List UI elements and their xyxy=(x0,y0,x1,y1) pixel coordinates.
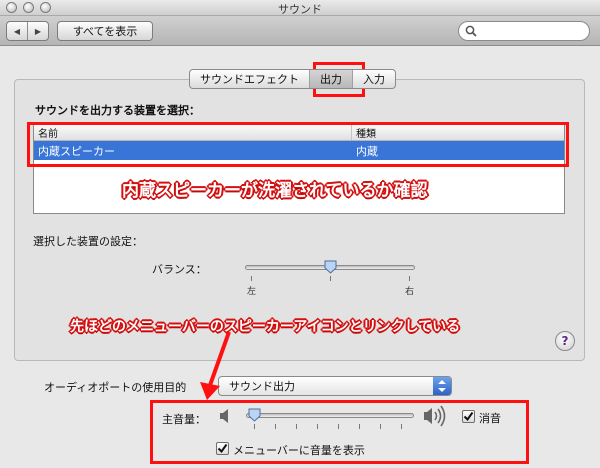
balance-label: バランス： xyxy=(152,263,207,276)
audio-port-popup[interactable]: サウンド出力 xyxy=(218,376,452,396)
window-title: サウンド xyxy=(278,3,322,16)
toolbar: ◀ ▶ すべてを表示 xyxy=(0,16,600,46)
tab-sound-effects[interactable]: サウンドエフェクト xyxy=(190,70,309,88)
annotation-menubar-note: 先ほどのメニューバーのスピーカーアイコンとリンクしている xyxy=(70,319,461,335)
tab-output[interactable]: 出力 xyxy=(309,70,352,88)
popup-arrows-icon xyxy=(433,377,451,395)
back-forward-control: ◀ ▶ xyxy=(6,21,49,41)
up-down-arrows-icon xyxy=(438,380,446,392)
balance-right-label: 右 xyxy=(405,287,415,297)
output-section-title: サウンドを出力する装置を選択： xyxy=(35,104,200,117)
annotation-table-note: 内蔵スピーカーが洗濯されているか確認 xyxy=(122,181,428,201)
forward-icon[interactable]: ▶ xyxy=(27,22,48,40)
audio-port-value: サウンド出力 xyxy=(229,380,295,393)
balance-left-label: 左 xyxy=(247,287,257,297)
tab-bar: サウンドエフェクト 出力 入力 xyxy=(189,69,396,89)
annotation-arrow-icon xyxy=(200,331,231,400)
audio-port-label: オーディオポートの使用目的 xyxy=(44,381,187,394)
balance-slider-knob[interactable] xyxy=(324,260,337,274)
search-field[interactable] xyxy=(458,21,590,41)
help-button[interactable]: ? xyxy=(555,331,575,351)
show-all-button[interactable]: すべてを表示 xyxy=(57,21,153,41)
title-bar: サウンド xyxy=(0,0,600,16)
balance-tick xyxy=(251,276,252,281)
search-icon xyxy=(465,25,477,37)
annotation-box-device-row xyxy=(27,122,569,167)
back-icon[interactable]: ◀ xyxy=(7,22,27,40)
balance-tick xyxy=(409,276,410,281)
tab-input[interactable]: 入力 xyxy=(352,70,395,88)
device-settings-title: 選択した装置の設定： xyxy=(33,235,143,248)
annotation-box-volume xyxy=(150,400,529,464)
balance-tick xyxy=(330,276,331,281)
